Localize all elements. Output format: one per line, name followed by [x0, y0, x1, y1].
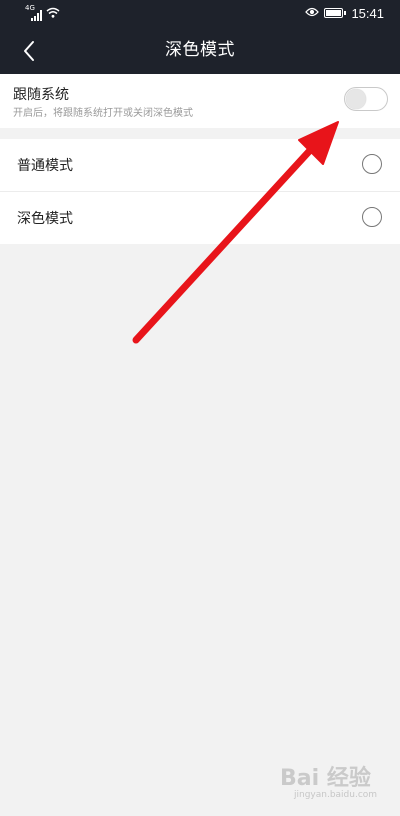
page-title: 深色模式	[165, 40, 235, 60]
follow-system-row: 跟随系统 开启后，将跟随系统打开或关闭深色模式	[0, 74, 400, 128]
wifi-icon	[46, 7, 60, 21]
follow-system-toggle[interactable]	[344, 87, 388, 111]
watermark-text: Bai 经验	[280, 766, 371, 791]
radio-normal-mode[interactable]	[362, 154, 382, 174]
back-button[interactable]	[14, 36, 44, 66]
chevron-left-icon	[24, 41, 34, 61]
title-bar: 深色模式	[0, 26, 400, 74]
follow-system-description: 开启后，将跟随系统打开或关闭深色模式	[13, 108, 193, 119]
status-left: 4G	[25, 4, 60, 21]
option-dark-mode[interactable]: 深色模式	[0, 192, 400, 244]
toggle-knob	[346, 89, 366, 109]
network-type-label: 4G	[25, 4, 35, 12]
battery-icon	[324, 8, 347, 18]
status-time: 15:41	[351, 5, 384, 21]
watermark-subtext: jingyan.baidu.com	[294, 790, 378, 800]
eye-icon	[305, 6, 320, 20]
radio-dark-mode[interactable]	[362, 207, 382, 227]
watermark: Bai 经验 jingyan.baidu.com	[280, 760, 390, 806]
option-label: 深色模式	[17, 211, 73, 227]
follow-system-title: 跟随系统	[13, 87, 69, 103]
status-right: 15:41	[305, 4, 384, 22]
option-label: 普通模式	[17, 158, 73, 174]
status-bar: 4G 15:41	[0, 0, 400, 26]
option-normal-mode[interactable]: 普通模式	[0, 139, 400, 191]
